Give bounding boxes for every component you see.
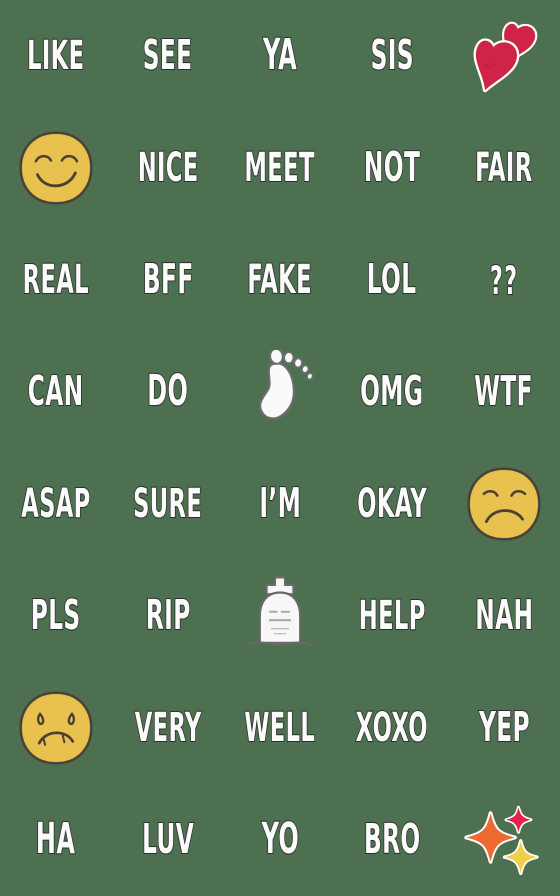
sticker-word-okay: OKAY: [357, 480, 428, 528]
sticker-word-fake: FAKE: [247, 256, 313, 304]
sticker-cell-nice[interactable]: NICE: [112, 112, 224, 224]
sticker-cell-rip[interactable]: RIP: [112, 560, 224, 672]
sticker-cell-yep[interactable]: YEP: [448, 672, 560, 784]
sticker-cell-bro[interactable]: BRO: [336, 784, 448, 896]
sticker-cell-okay[interactable]: OKAY: [336, 448, 448, 560]
sticker-cell-wtf[interactable]: WTF: [448, 336, 560, 448]
sticker-word-luv: LUV: [141, 815, 194, 864]
sticker-cell-sparkles[interactable]: [448, 784, 560, 896]
frowning-face-icon: [467, 467, 541, 541]
sticker-cell-lol[interactable]: LOL: [336, 224, 448, 336]
sticker-word-bff: BFF: [142, 255, 194, 304]
sticker-word-question: ??: [489, 256, 519, 304]
sticker-cell-like[interactable]: LIKE: [0, 0, 112, 112]
sticker-word-lol: LOL: [367, 255, 418, 304]
smiling-face-icon: [19, 131, 93, 205]
two-hearts-icon: [473, 21, 538, 93]
sticker-cell-yo[interactable]: YO: [224, 784, 336, 896]
sticker-word-xoxo: XOXO: [355, 704, 429, 752]
sticker-cell-two-hearts[interactable]: [448, 0, 560, 112]
sticker-cell-ha[interactable]: HA: [0, 784, 112, 896]
sticker-word-im: I’M: [258, 479, 301, 528]
sticker-cell-sis[interactable]: SIS: [336, 0, 448, 112]
sticker-cell-bff[interactable]: BFF: [112, 224, 224, 336]
sticker-word-sis: SIS: [370, 31, 414, 80]
sticker-word-yo: YO: [261, 815, 299, 864]
sticker-cell-omg[interactable]: OMG: [336, 336, 448, 448]
sticker-cell-well[interactable]: WELL: [224, 672, 336, 784]
sticker-cell-footprint[interactable]: [224, 336, 336, 448]
sticker-word-asap: ASAP: [21, 480, 91, 528]
sad-face-icon: [19, 691, 93, 765]
sticker-cell-pls[interactable]: PLS: [0, 560, 112, 672]
sticker-cell-fake[interactable]: FAKE: [224, 224, 336, 336]
sticker-cell-xoxo[interactable]: XOXO: [336, 672, 448, 784]
sticker-word-very: VERY: [134, 704, 202, 752]
sticker-cell-sad-face[interactable]: [0, 672, 112, 784]
sticker-cell-im[interactable]: I’M: [224, 448, 336, 560]
sticker-word-like: LIKE: [27, 32, 85, 80]
sticker-word-see: SEE: [143, 31, 194, 80]
sticker-cell-asap[interactable]: ASAP: [0, 448, 112, 560]
sticker-cell-question[interactable]: ??: [448, 224, 560, 336]
sticker-word-can: CAN: [28, 367, 85, 416]
sticker-word-meet: MEET: [244, 144, 316, 192]
sticker-word-help: HELP: [358, 592, 426, 640]
sticker-word-do: DO: [147, 367, 189, 416]
sticker-cell-tombstone[interactable]: [224, 560, 336, 672]
sticker-word-sure: SURE: [133, 480, 203, 528]
sticker-word-bro: BRO: [363, 815, 421, 864]
sticker-word-ha: HA: [36, 815, 76, 864]
sticker-word-nice: NICE: [137, 144, 199, 192]
sticker-word-ya: YA: [262, 31, 298, 80]
sticker-cell-nah[interactable]: NAH: [448, 560, 560, 672]
sticker-cell-see[interactable]: SEE: [112, 0, 224, 112]
sticker-word-real: REAL: [22, 256, 90, 304]
sticker-word-omg: OMG: [360, 367, 424, 416]
sticker-cell-very[interactable]: VERY: [112, 672, 224, 784]
sticker-cell-real[interactable]: REAL: [0, 224, 112, 336]
sticker-word-fair: FAIR: [475, 144, 533, 192]
sticker-cell-do[interactable]: DO: [112, 336, 224, 448]
sticker-grid: LIKE SEE YA SIS NICE MEET NOT FAIR REAL …: [0, 0, 560, 896]
sticker-word-rip: RIP: [145, 591, 191, 640]
sticker-cell-not[interactable]: NOT: [336, 112, 448, 224]
sticker-cell-fair[interactable]: FAIR: [448, 112, 560, 224]
sticker-word-yep: YEP: [478, 703, 530, 752]
sticker-word-well: WELL: [244, 704, 316, 752]
sticker-cell-help[interactable]: HELP: [336, 560, 448, 672]
sticker-word-nah: NAH: [474, 591, 534, 640]
sparkles-icon: [464, 805, 539, 876]
sticker-word-wtf: WTF: [474, 367, 534, 416]
sticker-cell-smiling-face[interactable]: [0, 112, 112, 224]
sticker-cell-meet[interactable]: MEET: [224, 112, 336, 224]
sticker-cell-ya[interactable]: YA: [224, 0, 336, 112]
tombstone-icon: [247, 576, 315, 647]
sticker-cell-sure[interactable]: SURE: [112, 448, 224, 560]
sticker-word-not: NOT: [363, 143, 421, 192]
sticker-cell-can[interactable]: CAN: [0, 336, 112, 448]
sticker-cell-luv[interactable]: LUV: [112, 784, 224, 896]
footprint-icon: [259, 350, 314, 420]
sticker-cell-frowning-face[interactable]: [448, 448, 560, 560]
sticker-word-pls: PLS: [30, 591, 81, 640]
